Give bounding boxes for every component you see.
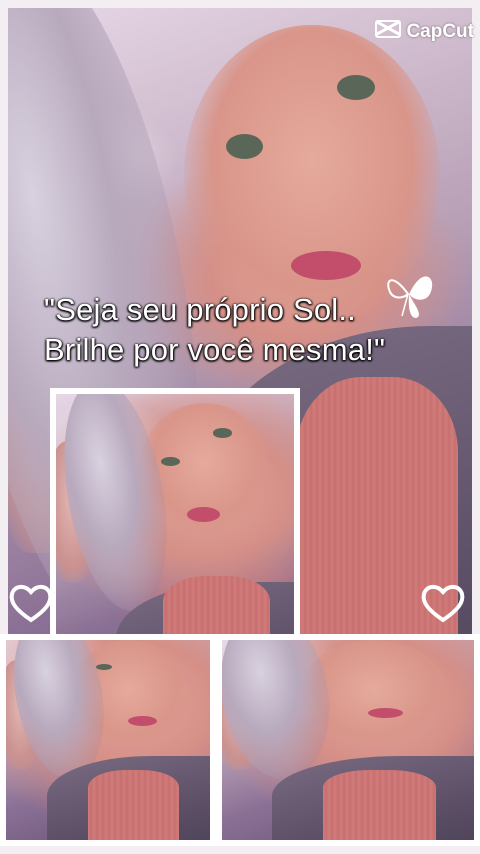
top-margin: [0, 0, 480, 8]
bottom-left-framed-photo: [0, 634, 216, 846]
butterfly-icon: [380, 264, 438, 322]
capcut-watermark: CapCut: [375, 20, 474, 44]
capcut-brand-text: CapCut: [406, 21, 474, 42]
heart-outline-icon-right: [420, 582, 466, 624]
heart-outline-icon-left: [8, 582, 54, 624]
quote-line-2: Brilhe por você mesma!": [44, 332, 386, 367]
bottom-right-framed-photo: [216, 634, 480, 846]
capcut-logo-icon: [375, 20, 402, 44]
